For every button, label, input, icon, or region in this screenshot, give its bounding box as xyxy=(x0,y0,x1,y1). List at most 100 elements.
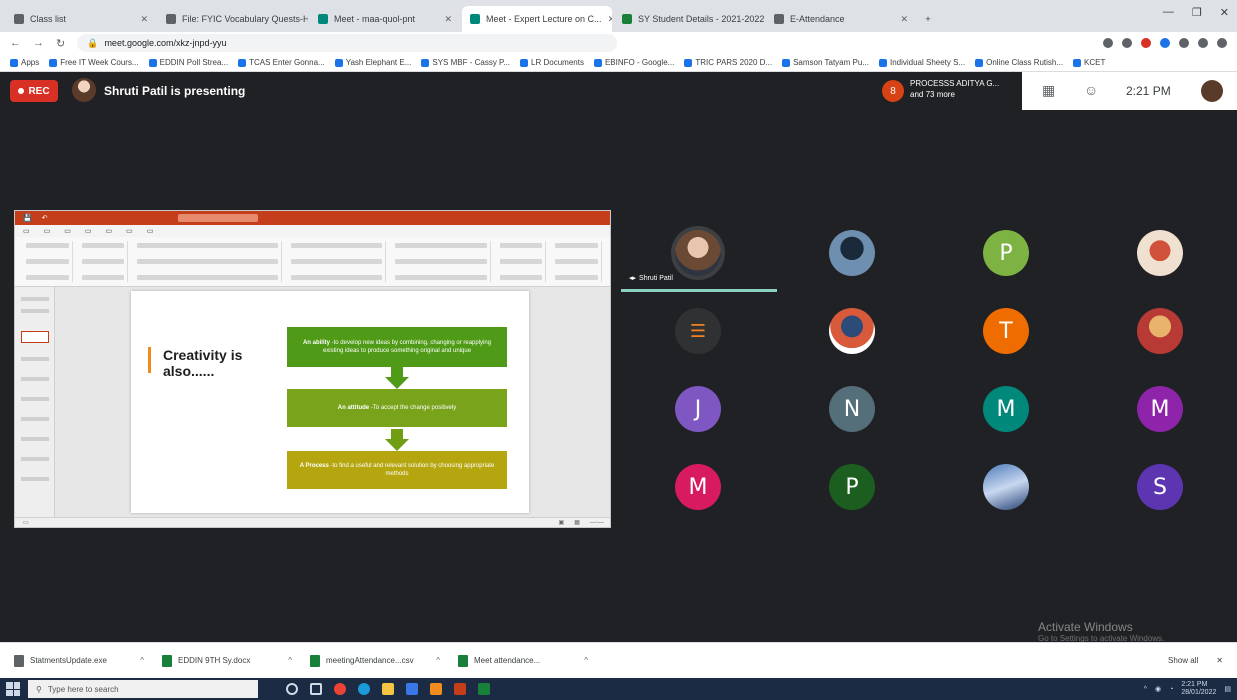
browser-tab-1[interactable]: File: FYIC Vocabulary Quests-HR...✕ xyxy=(158,6,308,32)
recording-badge[interactable]: REC xyxy=(10,80,58,102)
close-tab-icon[interactable]: ✕ xyxy=(900,14,908,25)
participants-summary[interactable]: PROCESSS ADITYA G... and 73 more xyxy=(910,78,999,100)
browser-tab-0[interactable]: Class list ✕ xyxy=(6,6,156,32)
participant-tile[interactable]: M xyxy=(929,370,1083,448)
network-icon[interactable]: ◉ xyxy=(1155,685,1161,693)
minimize-icon[interactable]: — xyxy=(1163,6,1174,19)
browser-tab-2[interactable]: Meet - maa-quol-pnt ✕ xyxy=(310,6,460,32)
chevron-up-icon[interactable]: ^ xyxy=(436,656,440,665)
bookmark-item[interactable]: TRIC PARS 2020 D... xyxy=(684,58,772,67)
menu-item[interactable]: ▭ xyxy=(147,227,154,235)
download-item[interactable]: Meet attendance... ^ xyxy=(458,654,588,667)
current-slide[interactable]: Creativity is also...... An ability -to … xyxy=(131,291,529,513)
participant-tile[interactable]: T xyxy=(929,292,1083,370)
profile-icon[interactable] xyxy=(1198,38,1208,48)
participant-tile[interactable] xyxy=(1083,292,1237,370)
bookmark-item[interactable]: KCET xyxy=(1073,58,1105,67)
puzzle-icon[interactable] xyxy=(1179,38,1189,48)
reload-icon[interactable]: ↻ xyxy=(56,37,65,50)
show-all-button[interactable]: Show all xyxy=(1168,656,1198,665)
slide-thumbnail[interactable] xyxy=(21,457,49,461)
participant-tile[interactable]: J xyxy=(621,370,775,448)
slide-thumbnail[interactable] xyxy=(21,437,49,441)
participant-tile[interactable] xyxy=(775,214,929,292)
slide-thumbnail[interactable] xyxy=(21,357,49,361)
participant-tile[interactable]: ◂▸ Shruti Patil xyxy=(621,214,777,292)
bookmark-item[interactable]: EBINFO - Google... xyxy=(593,58,674,67)
bookmark-item[interactable]: LR Documents xyxy=(520,58,584,67)
browser-tab-5[interactable]: E-Attendance ✕ xyxy=(766,6,916,32)
participant-tile[interactable]: P xyxy=(929,214,1083,292)
participant-tile[interactable] xyxy=(775,292,929,370)
self-avatar[interactable] xyxy=(1201,80,1223,102)
bookmark-item[interactable]: Yash Elephant E... xyxy=(334,58,411,67)
participants-badge[interactable]: 8 xyxy=(882,80,904,102)
participant-tile[interactable]: S xyxy=(1083,448,1237,526)
download-item[interactable]: StatmentsUpdate.exe ^ xyxy=(14,654,144,667)
volume-icon[interactable]: ◔ xyxy=(1169,686,1173,693)
clock[interactable]: 2:21 PM 28/01/2022 xyxy=(1181,681,1216,697)
slide-thumbnail[interactable] xyxy=(21,417,49,421)
chrome-icon[interactable] xyxy=(334,683,346,695)
menu-item[interactable]: ▭ xyxy=(85,227,92,235)
slide-thumbnail[interactable] xyxy=(21,397,49,401)
bookmark-item[interactable]: Apps xyxy=(10,58,39,67)
menu-item[interactable]: ▭ xyxy=(23,227,30,235)
omnibox[interactable]: 🔒 meet.google.com/xkz-jnpd-yyu xyxy=(77,34,618,52)
extension-icon[interactable] xyxy=(1160,38,1170,48)
ribbon-group[interactable] xyxy=(497,241,547,282)
participant-tile[interactable] xyxy=(929,448,1083,526)
close-tab-icon[interactable]: ✕ xyxy=(140,14,148,25)
chevron-up-icon[interactable]: ^ xyxy=(288,656,292,665)
menu-item[interactable]: ▭ xyxy=(44,227,51,235)
forward-icon[interactable]: → xyxy=(33,37,44,49)
ribbon-group[interactable] xyxy=(392,241,491,282)
menu-dots-icon[interactable] xyxy=(1217,38,1227,48)
vlc-icon[interactable] xyxy=(430,683,442,695)
store-icon[interactable] xyxy=(406,683,418,695)
cortana-icon[interactable] xyxy=(286,683,298,695)
close-window-icon[interactable]: ✕ xyxy=(1220,6,1229,19)
download-item[interactable]: EDDIN 9TH Sy.docx ^ xyxy=(162,654,292,667)
edge-icon[interactable] xyxy=(358,683,370,695)
chevron-up-icon[interactable]: ^ xyxy=(140,656,144,665)
task-view-icon[interactable] xyxy=(310,683,322,695)
view-normal-icon[interactable]: ▣ xyxy=(559,519,565,526)
participant-tile[interactable]: ☰ xyxy=(621,292,775,370)
zoom-slider[interactable]: —◦— xyxy=(590,520,604,526)
maximize-icon[interactable]: ❐ xyxy=(1192,6,1202,19)
star-icon[interactable] xyxy=(1122,38,1132,48)
bookmark-item[interactable]: Individual Sheety S... xyxy=(878,58,965,67)
file-explorer-icon[interactable] xyxy=(382,683,394,695)
bookmark-item[interactable]: Free IT Week Cours... xyxy=(49,58,139,67)
browser-tab-4[interactable]: SY Student Details - 2021-2022✕ xyxy=(614,6,764,32)
bookmark-item[interactable]: EDDIN Poll Strea... xyxy=(148,58,228,67)
bookmark-item[interactable]: TCAS Enter Gonna... xyxy=(238,58,325,67)
close-downloads-icon[interactable]: ✕ xyxy=(1216,656,1223,665)
ribbon-group[interactable] xyxy=(552,241,603,282)
people-icon[interactable]: ☺ xyxy=(1084,82,1098,98)
browser-tab-3[interactable]: Meet - Expert Lecture on C... ✕ xyxy=(462,6,612,32)
menu-item[interactable]: ▭ xyxy=(106,227,113,235)
notification-icon[interactable]: ▤ xyxy=(1224,685,1231,693)
participant-tile[interactable]: P xyxy=(775,448,929,526)
save-icon[interactable]: 💾 xyxy=(23,214,32,222)
ribbon-group[interactable] xyxy=(134,241,282,282)
ribbon-group[interactable] xyxy=(288,241,387,282)
close-tab-icon[interactable]: ✕ xyxy=(608,14,612,25)
windows-start-icon[interactable] xyxy=(6,682,20,696)
bookmark-item[interactable]: SYS MBF - Cassy P... xyxy=(421,58,510,67)
ribbon-group[interactable] xyxy=(79,241,129,282)
download-item[interactable]: meetingAttendance...csv ^ xyxy=(310,654,440,667)
bookmark-item[interactable]: Online Class Rutish... xyxy=(975,58,1063,67)
extension-icon[interactable] xyxy=(1141,38,1151,48)
slide-thumbnail[interactable] xyxy=(21,477,49,481)
participant-tile[interactable]: M xyxy=(621,448,775,526)
powerpoint-icon[interactable] xyxy=(454,683,466,695)
undo-icon[interactable]: ↶ xyxy=(42,214,48,222)
camera-icon[interactable] xyxy=(1103,38,1113,48)
menu-item[interactable]: ▭ xyxy=(64,227,71,235)
slide-thumbnail[interactable] xyxy=(21,297,49,301)
close-tab-icon[interactable]: ✕ xyxy=(444,14,452,25)
tray-chevron-icon[interactable]: ^ xyxy=(1144,686,1147,693)
